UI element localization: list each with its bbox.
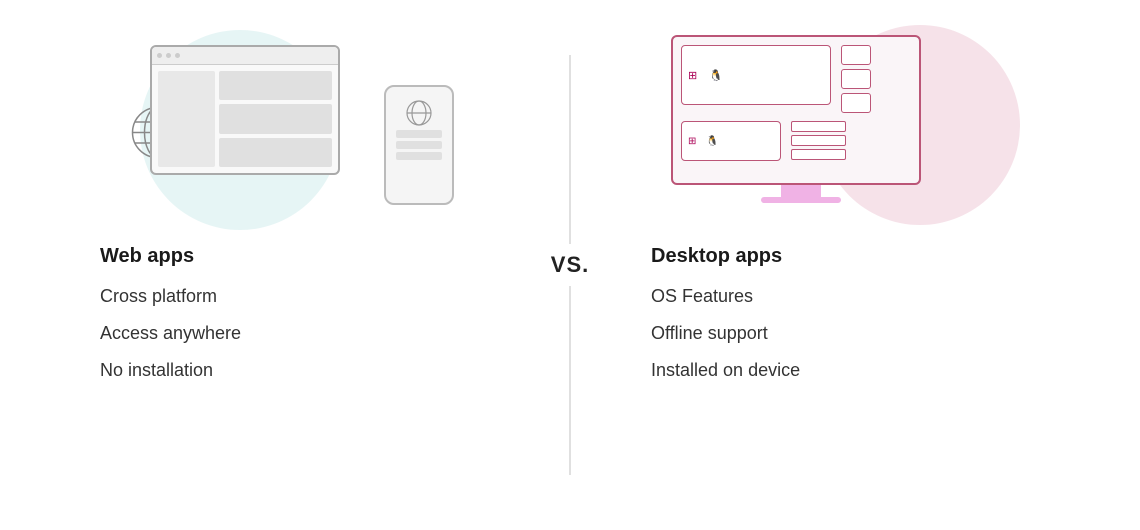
- browser-bar: [152, 47, 338, 65]
- sub-linux-icon: 🐧: [706, 136, 718, 147]
- web-illustration-area: [80, 15, 509, 245]
- desktop-feature-3: Installed on device: [651, 360, 1040, 381]
- phone-line-3: [396, 152, 442, 160]
- monitor-mock: ⊞ 🐧 ⊞: [671, 35, 931, 205]
- windows-icon: ⊞: [688, 69, 697, 82]
- browser-dot-2: [166, 53, 171, 58]
- web-feature-3: No installation: [100, 360, 489, 381]
- drive-stack: [791, 121, 846, 160]
- monitor-stand: [781, 185, 821, 197]
- monitor-screen: ⊞ 🐧 ⊞: [671, 35, 921, 185]
- web-feature-1: Cross platform: [100, 286, 489, 307]
- file-tree: [841, 45, 871, 113]
- phone-line-2: [396, 141, 442, 149]
- web-text-section: Web apps Cross platform Access anywhere …: [80, 245, 509, 397]
- main-app-box: ⊞ 🐧: [681, 45, 831, 105]
- desktop-feature-1: OS Features: [651, 286, 1040, 307]
- drive-1: [791, 121, 846, 132]
- browser-dot-3: [175, 53, 180, 58]
- monitor-base: [761, 197, 841, 203]
- browser-line-1: [219, 71, 332, 100]
- file-item-3: [841, 93, 871, 113]
- left-side: Web apps Cross platform Access anywhere …: [20, 15, 569, 515]
- desktop-illustration-area: ⊞ 🐧 ⊞: [631, 15, 1060, 245]
- sub-app-box: ⊞ 🐧: [681, 121, 781, 161]
- phone-line-1: [396, 130, 442, 138]
- browser-line-3: [219, 138, 332, 167]
- comparison-container: Web apps Cross platform Access anywhere …: [20, 15, 1120, 515]
- monitor-top-row: ⊞ 🐧: [681, 45, 911, 113]
- browser-mock: [150, 45, 340, 175]
- browser-content: [152, 65, 338, 173]
- desktop-app-title: Desktop apps: [651, 245, 1040, 268]
- right-side: ⊞ 🐧 ⊞: [571, 15, 1120, 515]
- browser-sidebar: [158, 71, 215, 167]
- sub-windows-icon: ⊞: [688, 136, 696, 147]
- file-item-1: [841, 45, 871, 65]
- drive-2: [791, 135, 846, 146]
- web-app-title: Web apps: [100, 245, 489, 268]
- desktop-feature-2: Offline support: [651, 323, 1040, 344]
- file-item-2: [841, 69, 871, 89]
- browser-main: [219, 71, 332, 167]
- phone-globe-icon: [405, 99, 433, 127]
- browser-dot-1: [157, 53, 162, 58]
- phone-mock: [384, 85, 454, 205]
- monitor-bottom-row: ⊞ 🐧: [681, 121, 911, 161]
- browser-line-2: [219, 104, 332, 133]
- desktop-text-section: Desktop apps OS Features Offline support…: [631, 245, 1060, 397]
- linux-icon: 🐧: [709, 69, 723, 82]
- web-feature-2: Access anywhere: [100, 323, 489, 344]
- drive-3: [791, 149, 846, 160]
